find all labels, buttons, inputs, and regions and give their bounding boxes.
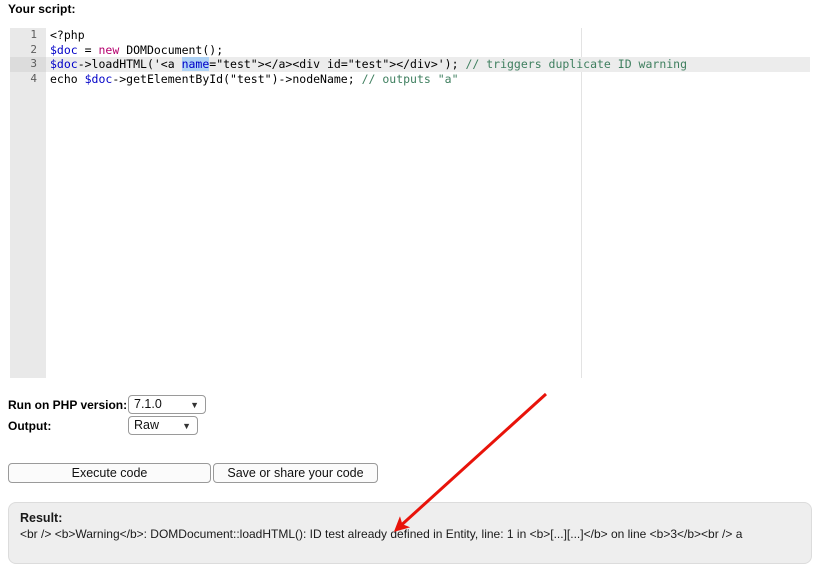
code-line[interactable]: 2 $doc = new DOMDocument(); [0,43,820,58]
php-version-select[interactable]: 7.1.0 ▼ [128,395,206,414]
code-token: $doc [50,57,78,72]
code-content[interactable]: 1 <?php 2 $doc = new DOMDocument(); 3 $doc->l… [0,28,820,86]
selected-token: name [181,57,210,72]
result-output-text: <br /> <b>Warning</b>: DOMDocument::load… [20,527,743,541]
execute-code-button[interactable]: Execute code [8,463,211,483]
code-token: <?php [50,28,85,42]
php-version-value: 7.1.0 [134,397,162,411]
result-panel: Result: <br /> <b>Warning</b>: DOMDocume… [8,502,812,564]
output-select[interactable]: Raw ▼ [128,416,198,435]
code-text[interactable]: $doc = new DOMDocument(); [50,43,223,58]
page-title: Your script: [8,2,76,16]
code-line[interactable]: 1 <?php [0,28,820,43]
code-token: // triggers duplicate ID warning [465,57,688,72]
code-line[interactable]: 3 $doc->loadHTML('<a name="test"></a><div… [0,57,820,72]
code-token: $doc [84,71,113,86]
code-editor[interactable]: 1 <?php 2 $doc = new DOMDocument(); 3 $doc->l… [0,28,820,380]
code-token: = [77,42,99,57]
code-token: ="test"></a><div id="test"></div>'); [209,57,466,72]
line-number: 2 [30,42,37,56]
code-text[interactable]: <?php [50,28,85,43]
code-token: // outputs "a" [361,71,459,86]
code-token: ->getElementById("test")->nodeName; [112,71,362,86]
code-line[interactable]: 4 echo $doc->getElementById("test")->node… [0,72,820,87]
code-token: $doc [50,42,78,57]
line-number: 1 [30,28,37,41]
php-version-label: Run on PHP version: [8,398,128,412]
code-text[interactable]: echo $doc->getElementById("test")->nodeN… [50,72,459,87]
line-number: 3 [10,57,46,72]
code-token: DOMDocument(); [119,42,224,57]
save-or-share-button[interactable]: Save or share your code [213,463,378,483]
code-token: echo [50,71,85,86]
code-token: ->loadHTML('<a [77,57,182,72]
result-title: Result: [20,511,63,525]
chevron-down-icon: ▼ [182,421,191,431]
output-label: Output: [8,419,52,433]
line-number: 4 [30,71,37,85]
output-value: Raw [134,418,160,432]
code-text[interactable]: $doc->loadHTML('<a name="test"></a><div … [50,57,687,72]
code-token: new [98,42,120,57]
chevron-down-icon: ▼ [190,400,199,410]
